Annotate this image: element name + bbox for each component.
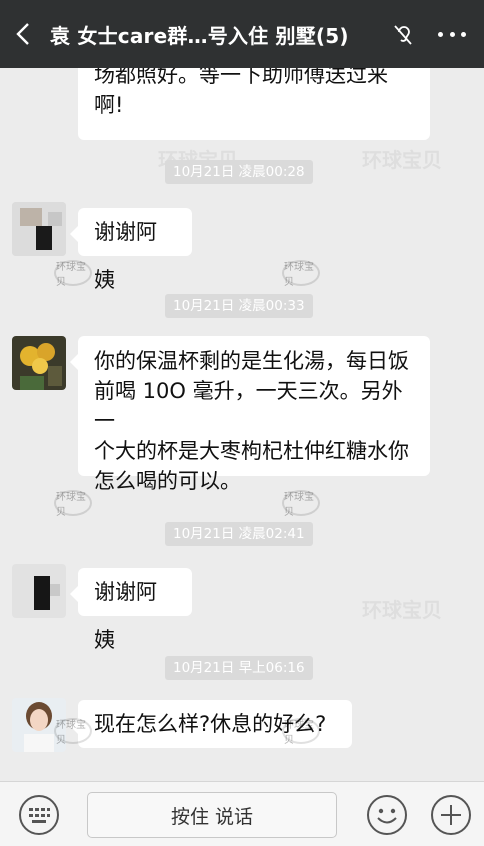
message-bubble: 谢谢阿姨 (70, 568, 192, 652)
message-line: 啊! (94, 93, 124, 117)
message-line: 场都照好。等一下助师傅送过来 (94, 68, 388, 87)
message-line: 个大的杯是大枣枸杞杜仲红糖水你 (94, 439, 409, 463)
emoji-icon[interactable] (366, 794, 408, 836)
keyboard-icon[interactable] (18, 794, 60, 836)
watermark-badge: 环球宝贝 (282, 718, 320, 746)
message-line: 前喝 10O 毫升，一天三次。另外一 (94, 379, 403, 433)
message-bubble: 场都照好。等一下助师傅送过来 啊! (78, 68, 430, 140)
more-dots-icon (438, 31, 443, 37)
watermark: 环球宝贝 (362, 598, 442, 622)
more-button[interactable] (432, 22, 472, 46)
watermark-badge: 环球宝贝 (282, 490, 320, 518)
watermark-badge: 环球宝贝 (282, 260, 320, 288)
message-bubble: 你的保温杯剩的是生化湯，每日饭 前喝 10O 毫升，一天三次。另外一 个大的杯是… (70, 336, 430, 493)
chat-area[interactable]: 环球宝贝 环球宝贝 环球宝贝 场都照好。等一下助师傅送过来 啊! 10月21日 … (0, 68, 484, 781)
message-line: 怎么喝的可以。 (94, 469, 241, 493)
watermark-badge: 环球宝贝 (54, 260, 92, 288)
title-bar: 袁 女士care群…号入住 别墅(5) (0, 0, 484, 68)
avatar[interactable] (12, 202, 66, 256)
watermark-badge: 环球宝贝 (54, 490, 92, 518)
timestamp: 10月21日 凌晨02:41 (165, 522, 313, 546)
message-bubble: 谢谢阿姨 (70, 208, 192, 292)
hold-to-talk-button[interactable]: 按住 说话 (87, 792, 337, 838)
timestamp: 10月21日 凌晨00:28 (165, 160, 313, 184)
message-line: 你的保温杯剩的是生化湯，每日饭 (94, 349, 409, 373)
timestamp: 10月21日 早上06:16 (165, 656, 313, 680)
back-button[interactable] (0, 0, 46, 68)
plus-icon[interactable] (430, 794, 472, 836)
timestamp: 10月21日 凌晨00:33 (165, 294, 313, 318)
avatar[interactable] (12, 336, 66, 390)
watermark: 环球宝贝 (362, 148, 442, 172)
chevron-left-icon (16, 23, 29, 45)
avatar[interactable] (12, 564, 66, 618)
mute-ear-icon (394, 25, 412, 45)
watermark-badge: 环球宝贝 (54, 718, 92, 746)
chat-title: 袁 女士care群…号入住 别墅(5) (50, 23, 349, 48)
hold-to-talk-label: 按住 说话 (170, 805, 254, 828)
input-bar: 按住 说话 (0, 781, 484, 846)
